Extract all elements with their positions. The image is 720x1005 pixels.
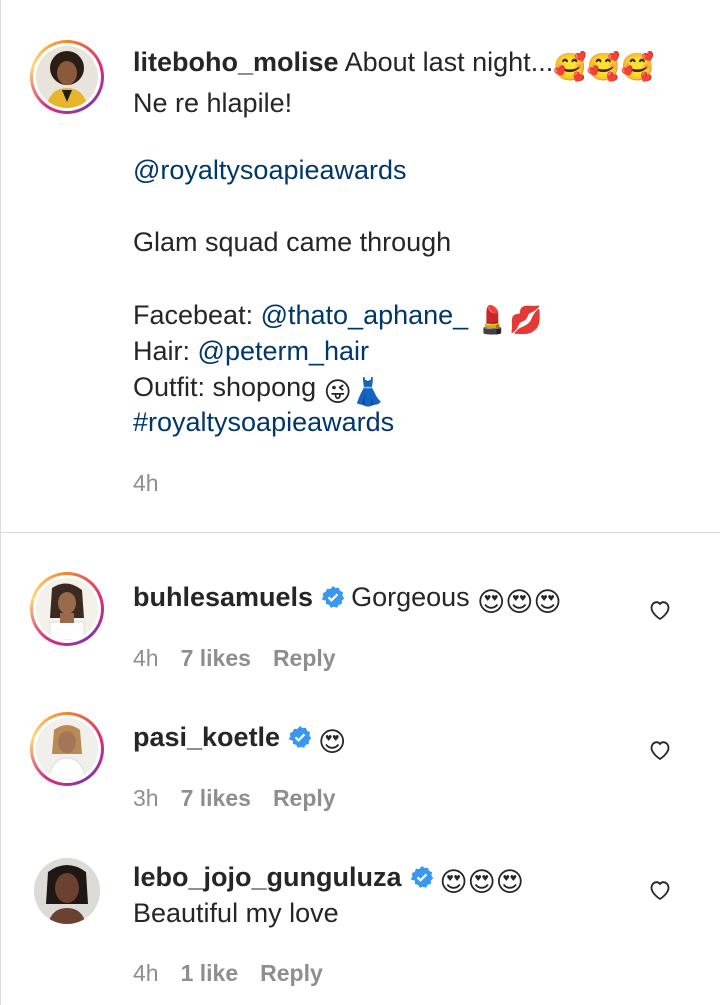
comment-text: Beautiful my love	[133, 898, 339, 928]
heart-outline-icon[interactable]	[648, 738, 672, 762]
verified-badge-icon	[410, 866, 433, 888]
verified-badge-icon	[321, 586, 345, 608]
mention-thato-aphane[interactable]: @thato_aphane_	[261, 300, 469, 330]
hair-label: Hair:	[133, 336, 191, 366]
commenter-username[interactable]: buhlesamuels	[133, 582, 313, 612]
reply-button[interactable]: Reply	[273, 645, 336, 671]
hashtag-royaltysoapieawards[interactable]: #royaltysoapieawards	[133, 405, 394, 439]
comment-likes[interactable]: 7 likes	[181, 645, 251, 671]
comment-likes[interactable]: 1 like	[181, 960, 239, 986]
wink-dress-emoji: 😜👗	[323, 377, 386, 407]
lipstick-kiss-emoji: 💄💋	[475, 305, 543, 335]
comment-text: Gorgeous	[351, 582, 470, 612]
commenter-avatar[interactable]	[30, 572, 104, 646]
comment-time: 4h	[133, 960, 159, 986]
outfit-text: Outfit: shopong	[133, 372, 317, 402]
commenter-username[interactable]: lebo_jojo_gunguluza	[133, 862, 402, 892]
commenter-avatar[interactable]	[30, 712, 104, 786]
reply-button[interactable]: Reply	[273, 785, 336, 811]
post-username[interactable]: liteboho_molise	[133, 47, 339, 77]
caption-text: About last night...	[344, 47, 554, 77]
commenter-avatar[interactable]	[34, 858, 100, 924]
verified-badge-icon	[288, 726, 312, 748]
comment-time: 3h	[133, 785, 159, 811]
heart-outline-icon[interactable]	[648, 878, 672, 902]
mention-royaltysoapieawards[interactable]: @royaltysoapieawards	[133, 153, 407, 187]
post-author-avatar[interactable]	[30, 40, 104, 114]
caption-emoji: 🥰🥰🥰	[553, 52, 655, 82]
comment-likes[interactable]: 7 likes	[181, 785, 251, 811]
caption-line-3: Glam squad came through	[133, 227, 452, 257]
commenter-username[interactable]: pasi_koetle	[133, 722, 280, 752]
comment-emoji: 😍😍😍	[477, 587, 562, 617]
heart-outline-icon[interactable]	[648, 598, 672, 622]
divider	[0, 532, 720, 533]
caption-line-2: Ne re hlapile!	[133, 88, 293, 118]
reply-button[interactable]: Reply	[260, 960, 323, 986]
mention-peterm-hair[interactable]: @peterm_hair	[198, 336, 369, 366]
left-border	[0, 0, 1, 1005]
comment-emoji: 😍	[318, 727, 347, 757]
facebeat-label: Facebeat:	[133, 300, 254, 330]
post-time: 4h	[133, 470, 159, 496]
comment-time: 4h	[133, 645, 159, 671]
comment-emoji: 😍😍😍	[439, 867, 524, 897]
